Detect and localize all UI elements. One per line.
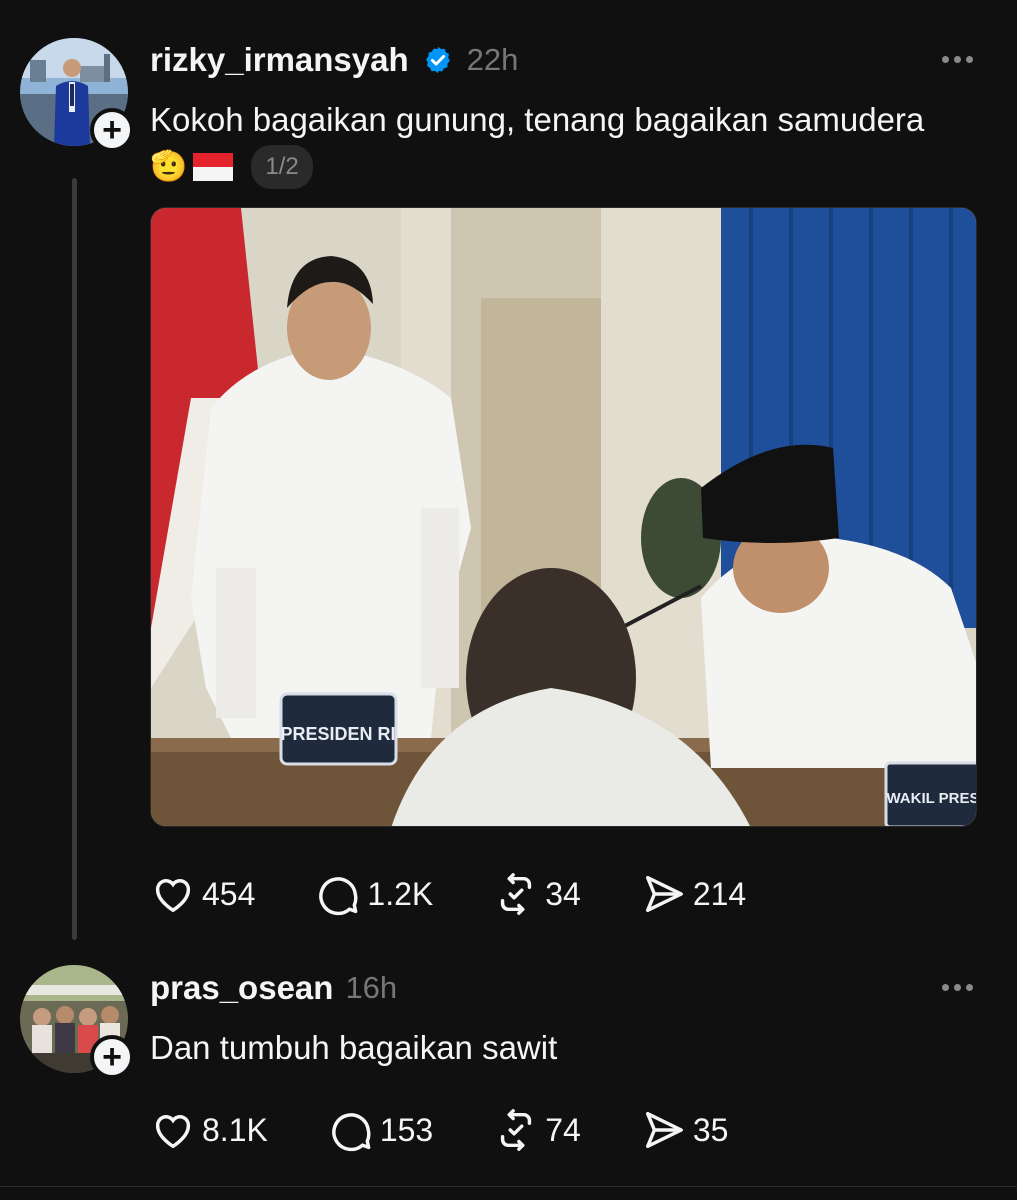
repost-icon (501, 1109, 532, 1151)
like-button[interactable]: 454 (150, 871, 255, 917)
post-2-actions: 8.1K 153 74 35 (150, 1106, 728, 1154)
repost-count: 74 (545, 1111, 581, 1148)
post-1-actions: 454 1.2K 34 214 (150, 870, 746, 918)
username[interactable]: rizky_irmansyah (150, 41, 409, 79)
post-2-header: pras_osean 16h (150, 966, 397, 1010)
verified-icon (423, 45, 453, 75)
share-icon (645, 875, 683, 913)
more-icon[interactable] (942, 984, 973, 991)
share-icon (645, 1111, 683, 1149)
like-button[interactable]: 8.1K (150, 1107, 268, 1153)
reply-count: 1.2K (367, 875, 434, 912)
repost-count: 34 (545, 875, 581, 912)
reply-count: 153 (379, 1111, 434, 1148)
comment-icon (332, 1113, 371, 1152)
follow-plus-button[interactable]: + (90, 108, 134, 152)
repost-button[interactable]: 74 (493, 1107, 581, 1153)
plus-icon: + (102, 111, 122, 149)
heart-icon (155, 879, 191, 913)
placard-text: PRESIDEN RI (280, 724, 395, 744)
share-count: 214 (692, 875, 747, 912)
thread-line (72, 178, 77, 940)
reply-button[interactable]: 1.2K (315, 871, 433, 917)
media-counter: 1/2 (251, 145, 313, 189)
post-text: Kokoh bagaikan gunung, tenang bagaikan s… (150, 101, 925, 138)
repost-button[interactable]: 34 (493, 871, 581, 917)
share-count: 35 (692, 1111, 729, 1148)
reply-button[interactable]: 153 (328, 1107, 433, 1153)
share-button[interactable]: 214 (641, 871, 746, 917)
post-1: + rizky_irmansyah 22h Kokoh bagaikan gun… (0, 0, 1017, 960)
like-count: 454 (202, 875, 256, 912)
salute-emoji: 🫡 (150, 150, 188, 183)
heart-icon (155, 1115, 191, 1149)
indonesia-flag-emoji (193, 153, 234, 181)
username[interactable]: pras_osean (150, 969, 333, 1007)
like-count: 8.1K (202, 1111, 268, 1148)
comment-icon (319, 877, 358, 916)
divider (0, 1186, 1017, 1187)
repost-icon (501, 873, 532, 915)
post-text: Dan tumbuh bagaikan sawit (150, 1029, 558, 1066)
post-time: 22h (466, 42, 519, 77)
post-photo[interactable]: PRESIDEN RI WAKIL PRES (150, 207, 977, 827)
share-button[interactable]: 35 (641, 1107, 729, 1153)
emoji-row: 🫡 1/2 (150, 145, 313, 189)
post-time: 16h (345, 970, 398, 1005)
placard2-text: WAKIL PRES (886, 790, 977, 807)
plus-icon: + (102, 1038, 122, 1076)
post-2: + pras_osean 16h Dan tumbuh bagaikan saw… (0, 960, 1017, 1186)
post-1-header: rizky_irmansyah 22h (150, 38, 518, 82)
follow-plus-button[interactable]: + (90, 1035, 134, 1079)
more-icon[interactable] (942, 56, 973, 63)
